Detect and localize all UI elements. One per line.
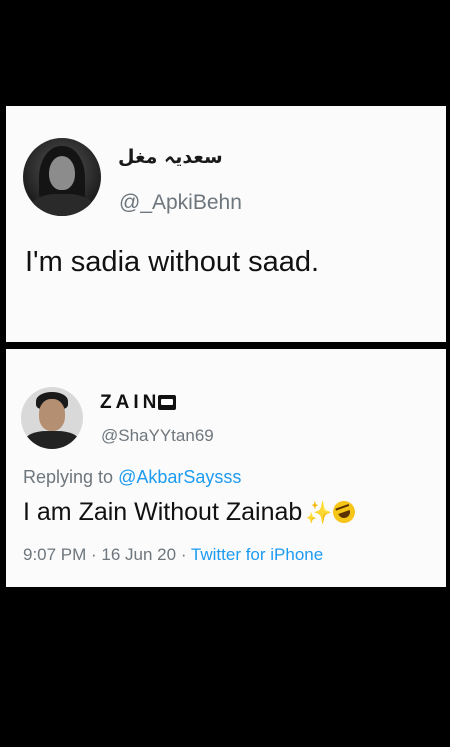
tweet-metadata: 9:07 PM · 16 Jun 20 · Twitter for iPhone [23,545,323,565]
meta-separator: · [86,545,102,564]
mention-link[interactable]: @AkbarSaysss [118,467,241,487]
display-name-text: ZAIN [100,392,161,413]
skull-flag-icon [158,395,177,410]
user-handle[interactable]: @ShaYYtan69 [101,426,214,446]
replying-prefix: Replying to [23,467,119,487]
avatar[interactable] [23,138,101,216]
sparkles-icon: ✨ [305,500,333,525]
tweet-text: I'm sadia without saad. [25,246,320,278]
tweet-date[interactable]: 16 Jun 20 [101,545,176,564]
meta-separator: · [176,545,191,564]
replying-to-line: Replying to @AkbarSaysss [23,467,241,488]
display-name[interactable]: ZAIN [100,392,177,414]
tweet-time[interactable]: 9:07 PM [23,545,86,564]
rolling-laughing-emoji-icon [329,497,358,527]
user-handle[interactable]: @_ApkiBehn [119,191,242,215]
tweet-text: I am Zain Without Zainab ✨ [23,497,358,527]
tweet-card-original[interactable]: سعدیہ مغل @_ApkiBehn I'm sadia without s… [6,106,446,342]
tweet-card-reply[interactable]: ZAIN @ShaYYtan69 Replying to @AkbarSayss… [6,349,446,587]
tweet-source-link[interactable]: Twitter for iPhone [191,545,323,564]
avatar[interactable] [21,387,83,449]
display-name[interactable]: سعدیہ مغل [118,146,223,168]
tweet-text-content: I am Zain Without Zainab [23,498,303,526]
